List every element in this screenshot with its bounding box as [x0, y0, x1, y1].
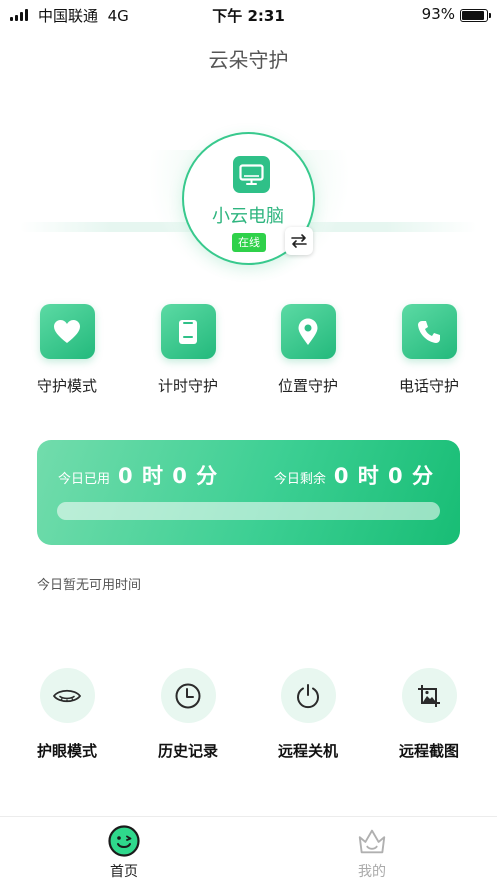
eye-icon — [39, 668, 95, 723]
clock-icon — [160, 668, 216, 723]
switch-device-button[interactable] — [285, 227, 313, 255]
used-time: 今日已用 0 时 0 分 — [58, 460, 218, 490]
feature-location-guard[interactable]: 位置守护 — [258, 304, 358, 396]
tool-history[interactable]: 历史记录 — [138, 668, 238, 761]
page-title: 云朵守护 — [208, 48, 289, 72]
tool-label: 历史记录 — [157, 742, 218, 760]
tab-bar: 首页 我的 — [0, 816, 497, 883]
phone-call-icon — [401, 304, 457, 359]
heart-icon — [39, 304, 95, 359]
feature-phone-guard[interactable]: 电话守护 — [379, 304, 479, 396]
monitor-icon — [233, 156, 270, 193]
crown-icon — [356, 825, 388, 857]
tool-label: 护眼模式 — [36, 742, 97, 760]
tab-home-label: 首页 — [110, 864, 138, 880]
feature-label: 电话守护 — [398, 377, 459, 395]
feature-timer-guard[interactable]: 计时守护 — [138, 304, 238, 396]
used-label: 今日已用 — [58, 472, 111, 487]
feature-guard-mode[interactable]: 守护模式 — [17, 304, 117, 396]
feature-label: 守护模式 — [36, 377, 97, 395]
remaining-time: 今日剩余 0 时 0 分 — [274, 460, 434, 490]
notice-text: 今日暂无可用时间 — [37, 578, 142, 593]
tool-remote-screenshot[interactable]: 远程截图 — [379, 668, 479, 761]
location-pin-icon — [280, 304, 336, 359]
smiley-icon — [108, 825, 140, 857]
phone-timer-icon — [160, 304, 216, 359]
feature-label: 位置守护 — [277, 377, 338, 395]
time-usage-card: 今日已用 0 时 0 分 今日剩余 0 时 0 分 — [37, 440, 460, 545]
battery-icon — [460, 9, 491, 22]
online-status-badge: 在线 — [232, 233, 266, 252]
screenshot-icon — [401, 668, 457, 723]
tool-remote-shutdown[interactable]: 远程关机 — [258, 668, 358, 761]
used-value: 0 时 0 分 — [118, 464, 219, 488]
battery-percent: 93% — [421, 5, 455, 23]
tool-label: 远程关机 — [277, 742, 338, 760]
swap-icon — [291, 234, 307, 248]
tab-home[interactable]: 首页 — [74, 825, 174, 881]
device-name: 小云电脑 — [212, 206, 284, 227]
tab-mine-label: 我的 — [358, 864, 386, 880]
tab-mine[interactable]: 我的 — [322, 825, 422, 881]
tool-label: 远程截图 — [398, 742, 459, 760]
remaining-value: 0 时 0 分 — [333, 464, 434, 488]
tool-eye-care[interactable]: 护眼模式 — [17, 668, 117, 761]
feature-label: 计时守护 — [157, 377, 218, 395]
usage-progress-bar — [57, 502, 440, 520]
power-icon — [280, 668, 336, 723]
remaining-label: 今日剩余 — [273, 472, 326, 487]
status-bar: 中国联通 4G 下午 2:31 93% — [0, 0, 497, 30]
